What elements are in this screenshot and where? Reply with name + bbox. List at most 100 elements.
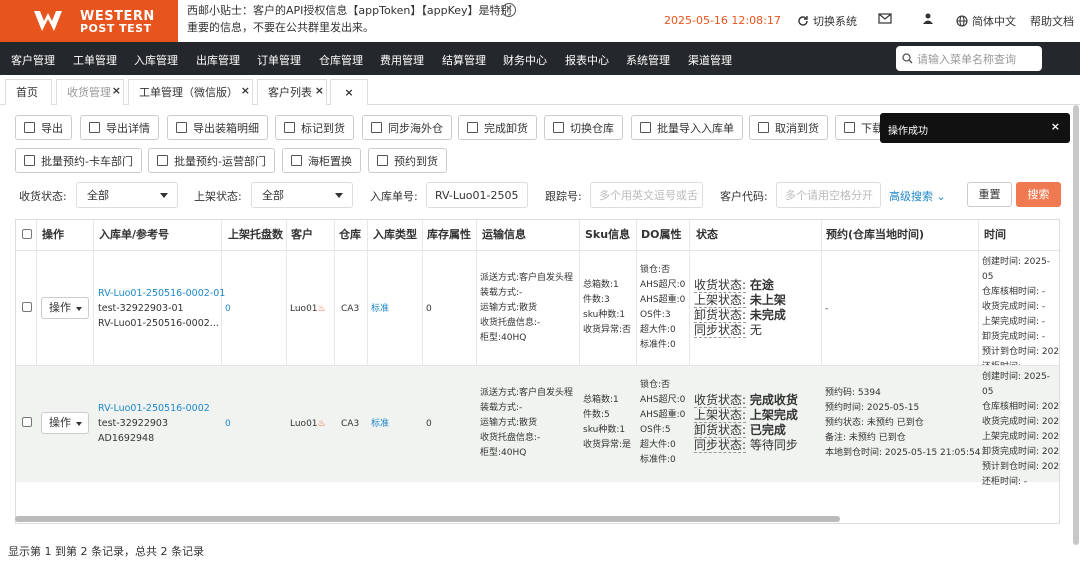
vertical-scrollbar[interactable]: [1073, 105, 1079, 545]
language-button[interactable]: 简体中文: [956, 13, 1016, 29]
nav-item-finance[interactable]: 财务中心: [503, 52, 547, 68]
status-line: 收货状态: 在途: [694, 278, 786, 293]
tab-label: 工单管理（微信版）: [139, 86, 238, 99]
status-cell: 收货状态: 完成收货 上架状态: 上架完成 卸货状态: 已完成 同步状态: 等待…: [694, 393, 798, 453]
inbound-no-input[interactable]: RV-Luo01-2505: [426, 182, 528, 208]
ref-no: test-32922903: [98, 418, 169, 429]
nav-item-workorder[interactable]: 工单管理: [73, 52, 117, 68]
row-checkbox[interactable]: [22, 302, 32, 312]
nav-item-outbound[interactable]: 出库管理: [196, 52, 240, 68]
col-header-pallets: 上架托盘数: [228, 228, 283, 241]
row-action-dropdown[interactable]: 操作: [41, 297, 89, 319]
export-button[interactable]: 导出: [15, 115, 72, 140]
nav-item-inbound[interactable]: 入库管理: [134, 52, 178, 68]
pallets-link[interactable]: 0: [225, 417, 231, 432]
time-line: 卸货完成时间: -: [982, 332, 1046, 342]
switch-warehouse-button[interactable]: 切换仓库: [544, 115, 623, 140]
cancel-arrival-button[interactable]: 取消到货: [749, 115, 828, 140]
inbound-type-link[interactable]: 标准: [371, 417, 389, 432]
transport-line: 运输方式:散货: [480, 303, 538, 313]
finish-unload-button[interactable]: 完成卸货: [458, 115, 537, 140]
pallets-link[interactable]: 0: [225, 302, 231, 317]
do-line: 超大件:0: [640, 325, 676, 335]
button-label: 取消到货: [775, 121, 819, 135]
tab-home[interactable]: 首页: [5, 79, 52, 105]
reset-button[interactable]: 重置: [967, 182, 1012, 207]
mail-button[interactable]: [878, 13, 892, 24]
menu-search-input[interactable]: 请输入菜单名称查询: [896, 46, 1042, 71]
appoint-arrival-button[interactable]: 预约到货: [368, 148, 447, 173]
status-key: 上架状态:: [694, 408, 747, 423]
nav-item-warehouse[interactable]: 仓库管理: [319, 52, 363, 68]
close-all-tabs-icon[interactable]: ×: [330, 79, 368, 105]
customer-code-input[interactable]: 多个请用空格分开: [776, 182, 881, 208]
sync-overseas-button[interactable]: 同步海外仓: [362, 115, 452, 140]
shelf-status-select[interactable]: 全部: [251, 182, 353, 208]
inbound-no-label: 入库单号:: [370, 190, 418, 203]
batch-import-button[interactable]: 批量导入入库单: [631, 115, 743, 140]
nav-item-fee[interactable]: 费用管理: [380, 52, 424, 68]
select-all-checkbox[interactable]: [22, 229, 32, 239]
refresh-icon: [798, 16, 808, 26]
nav-item-channel[interactable]: 渠道管理: [688, 52, 732, 68]
fire-icon: ♨: [317, 419, 326, 429]
status-line: 上架状态: 未上架: [694, 293, 786, 308]
sku-cell: 总箱数:1 件数:3 sku种数:1 收货异常:否: [583, 278, 631, 338]
nav-item-customer[interactable]: 客户管理: [11, 52, 55, 68]
advanced-search-link[interactable]: 高级搜索 ⌄: [889, 188, 946, 204]
chevron-down-icon: [160, 193, 168, 198]
status-value: 上架完成: [749, 408, 798, 422]
brand-logo[interactable]: WESTERN POST TEST: [0, 0, 178, 42]
container-swap-button[interactable]: 海柜置换: [282, 148, 361, 173]
inbound-no-link[interactable]: RV-Luo01-250516-0002-01: [98, 286, 225, 301]
help-doc-link[interactable]: 帮助文档: [1030, 13, 1074, 29]
row-action-dropdown[interactable]: 操作: [41, 412, 89, 434]
close-icon[interactable]: ×: [241, 78, 250, 103]
time-line: 收货完成时间: -: [982, 302, 1046, 312]
nav-item-settlement[interactable]: 结算管理: [442, 52, 486, 68]
nav-item-order[interactable]: 订单管理: [257, 52, 301, 68]
export-detail-button[interactable]: 导出详情: [80, 115, 159, 140]
row-checkbox[interactable]: [22, 417, 32, 427]
switch-system-label: 切换系统: [813, 15, 857, 28]
col-header-type: 入库类型: [373, 228, 417, 241]
notice-close-icon[interactable]: ×: [502, 3, 516, 17]
batch-appoint-ops-button[interactable]: 批量预约-运营部门: [148, 148, 275, 173]
close-icon[interactable]: ×: [315, 78, 324, 103]
switch-system-button[interactable]: 切换系统: [797, 13, 857, 29]
tab-label: 收货管理: [67, 86, 111, 99]
fire-icon: ♨: [317, 304, 326, 314]
tab-customer-list[interactable]: 客户列表 ×: [257, 79, 327, 105]
export-packing-button[interactable]: 导出装箱明细: [167, 115, 268, 140]
inbound-type-link[interactable]: 标准: [371, 302, 389, 317]
tab-label: 客户列表: [268, 86, 312, 99]
status-value: 等待同步: [749, 438, 798, 452]
table-row[interactable]: 操作 RV-Luo01-250516-0002 test-32922903 AD…: [16, 365, 1059, 487]
tab-receiving[interactable]: 收货管理 ×: [56, 79, 124, 105]
inbound-no-link[interactable]: RV-Luo01-250516-0002: [98, 401, 210, 416]
status-line: 卸货状态: 已完成: [694, 423, 798, 438]
ref-no-2: RV-Luo01-250516-0002...: [98, 318, 219, 329]
close-icon[interactable]: ×: [112, 78, 121, 103]
stock-attr-cell: 0: [426, 419, 432, 429]
table-row[interactable]: 操作 RV-Luo01-250516-0002-01 test-32922903…: [16, 250, 1059, 372]
search-button[interactable]: 搜索: [1016, 182, 1061, 207]
nav-item-report[interactable]: 报表中心: [565, 52, 609, 68]
user-button[interactable]: [923, 13, 933, 24]
batch-appoint-truck-button[interactable]: 批量预约-卡车部门: [15, 148, 142, 173]
do-cell: 锁仓:否 AHS超尺:0 AHS超重:0 OS件:5 超大件:0 标准件:0: [640, 378, 685, 468]
status-key: 卸货状态:: [694, 423, 747, 438]
transport-line: 派送方式:客户自发头程: [480, 388, 574, 398]
mail-icon: [878, 13, 892, 24]
tab-workorder-wechat[interactable]: 工单管理（微信版） ×: [128, 79, 253, 105]
horizontal-scrollbar[interactable]: [15, 516, 840, 522]
ref-no-2: AD1692948: [98, 433, 155, 444]
toast-close-icon[interactable]: ×: [1051, 120, 1060, 133]
tracking-input[interactable]: 多个用英文逗号或舌: [590, 182, 703, 208]
nav-item-system[interactable]: 系统管理: [626, 52, 670, 68]
button-label: 同步海外仓: [388, 121, 443, 135]
time-line: 上架完成时间: -: [982, 317, 1046, 327]
export-icon: [24, 122, 35, 133]
receive-status-select[interactable]: 全部: [76, 182, 178, 208]
mark-arrived-button[interactable]: 标记到货: [275, 115, 354, 140]
